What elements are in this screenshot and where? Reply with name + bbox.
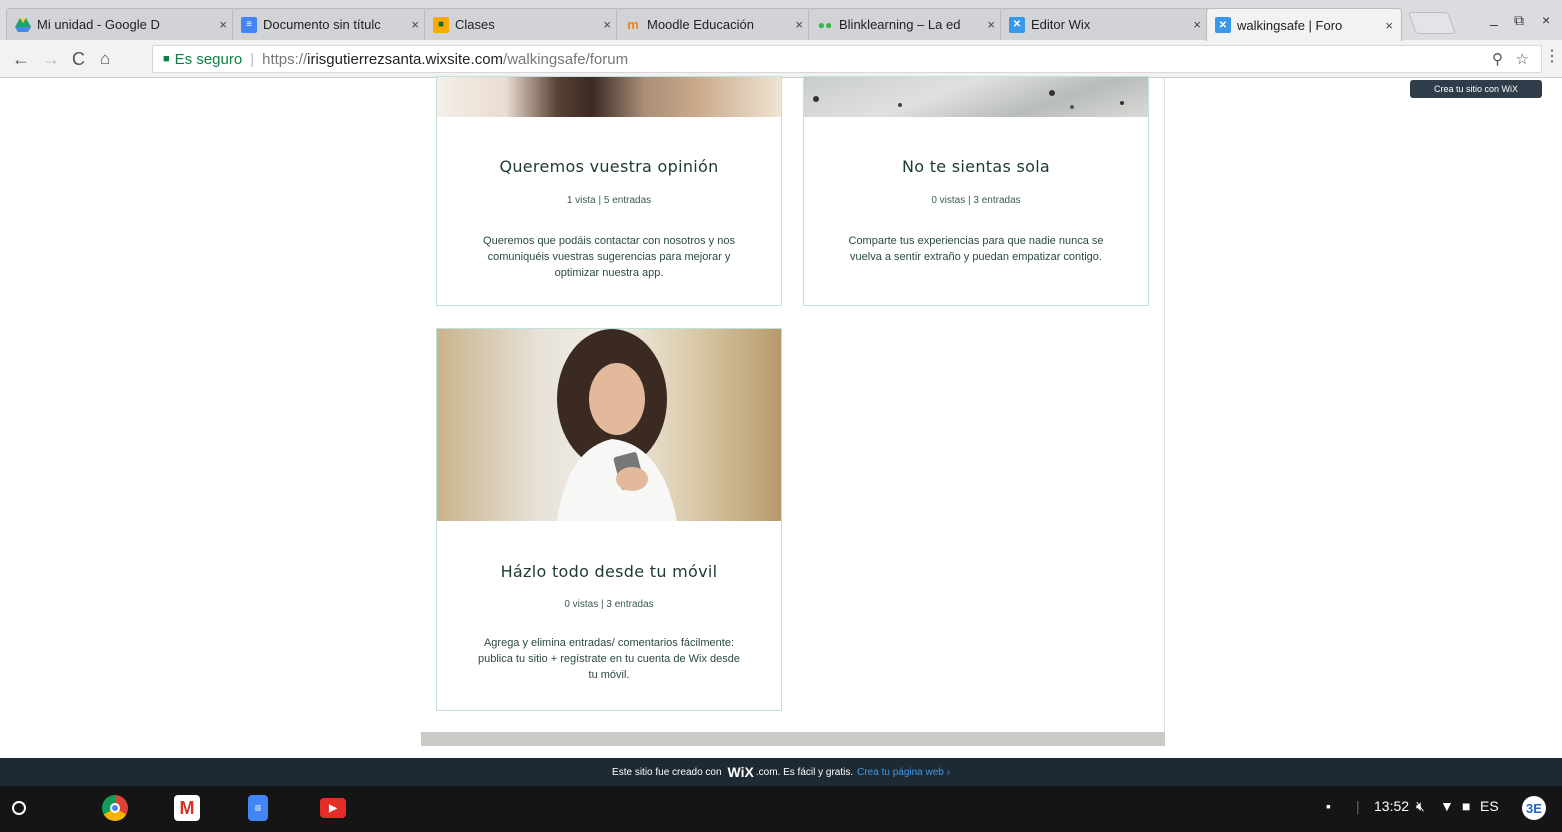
close-icon[interactable]: × xyxy=(1385,18,1393,33)
user-avatar[interactable]: 3E xyxy=(1522,796,1546,820)
card-title[interactable]: No te sientas sola xyxy=(804,157,1148,176)
card-meta: 0 vistas | 3 entradas xyxy=(931,195,1021,206)
tab-documento[interactable]: ≡ Documento sin títulc × xyxy=(232,8,428,40)
wix-badge[interactable]: Crea tu sitio con WiX xyxy=(1410,80,1542,98)
url-scheme: https:// xyxy=(262,50,308,68)
back-icon[interactable]: ← xyxy=(12,49,30,70)
card-meta: 0 vistas | 3 entradas xyxy=(564,599,654,610)
blink-icon: ●● xyxy=(817,17,833,32)
tab-title: Mi unidad - Google D xyxy=(37,17,160,32)
docs-icon[interactable]: ≡ xyxy=(248,795,268,821)
forum-card-sola[interactable]: No te sientas sola 0 vistas | 3 entradas… xyxy=(803,76,1149,306)
close-window-button[interactable]: × xyxy=(1542,12,1550,28)
zoom-icon[interactable]: ⚲ xyxy=(1492,50,1503,68)
close-icon[interactable]: × xyxy=(987,17,995,32)
create-site-link[interactable]: Crea tu página web › xyxy=(857,767,950,778)
chrome-icon[interactable] xyxy=(102,795,128,821)
forum-card-opinion[interactable]: Queremos vuestra opinión 1 vista | 5 ent… xyxy=(436,76,782,306)
card-description: Queremos que podáis contactar con nosotr… xyxy=(483,235,735,279)
divider: | xyxy=(250,50,255,68)
tab-blinklearning[interactable]: ●● Blinklearning – La ed × xyxy=(808,8,1004,40)
bookmark-star-icon[interactable]: ☆ xyxy=(1516,50,1529,68)
tab-title: Documento sin títulc xyxy=(263,17,381,32)
close-icon[interactable]: × xyxy=(603,17,611,32)
card-image xyxy=(437,329,781,521)
mute-icon[interactable]: 🔇︎ xyxy=(1416,798,1425,815)
web-page: Queremos vuestra opinión 1 vista | 5 ent… xyxy=(0,76,1562,758)
url-path: /walkingsafe/forum xyxy=(503,50,629,68)
card-title[interactable]: Queremos vuestra opinión xyxy=(437,157,781,176)
secure-label: Es seguro xyxy=(174,50,243,68)
screenshot-icon[interactable]: ▪ xyxy=(1326,798,1331,814)
tab-title: walkingsafe | Foro xyxy=(1237,17,1343,33)
tab-title: Moodle Educación xyxy=(647,17,754,32)
forum-card-movil[interactable]: Házlo todo desde tu móvil 0 vistas | 3 e… xyxy=(436,328,782,711)
card-description: Agrega y elimina entradas/ comentarios f… xyxy=(477,637,740,681)
drive-icon xyxy=(15,17,31,33)
wix-banner: Este sitio fue creado con WiX .com. Es f… xyxy=(0,758,1562,786)
maximize-button[interactable]: ⧉ xyxy=(1514,12,1524,29)
new-tab-button[interactable] xyxy=(1407,12,1457,34)
tab-strip: Mi unidad - Google D × ≡ Documento sin t… xyxy=(0,0,1562,41)
minimize-button[interactable]: _ xyxy=(1490,10,1498,26)
page-footer-strip xyxy=(421,732,1165,746)
tab-title: Blinklearning – La ed xyxy=(839,17,961,32)
forum-column: Queremos vuestra opinión 1 vista | 5 ent… xyxy=(421,76,1165,746)
gmail-icon[interactable]: M xyxy=(174,795,200,821)
classroom-icon: ■ xyxy=(433,16,449,33)
tab-walkingsafe[interactable]: ✕ walkingsafe | Foro × xyxy=(1206,8,1402,41)
chromeos-shelf: M ≡ ▶ ▪ | 13:52 🔇︎ ▼ ■ ES 3E xyxy=(0,786,1562,832)
close-icon[interactable]: × xyxy=(411,17,419,32)
card-title[interactable]: Házlo todo desde tu móvil xyxy=(437,562,781,581)
lock-icon: ■ xyxy=(163,53,170,65)
docs-icon: ≡ xyxy=(241,16,257,33)
close-icon[interactable]: × xyxy=(1193,17,1201,32)
card-image xyxy=(437,77,781,117)
wix-logo: WiX xyxy=(727,764,754,780)
address-bar[interactable]: ■ Es seguro | https:// irisgutierrezsant… xyxy=(152,45,1542,73)
home-icon[interactable]: ⌂ xyxy=(100,49,110,69)
forward-icon[interactable]: → xyxy=(42,49,60,70)
close-icon[interactable]: × xyxy=(795,17,803,32)
people-silhouettes xyxy=(813,90,1124,109)
tab-clases[interactable]: ■ Clases × xyxy=(424,8,620,40)
tab-moodle[interactable]: m Moodle Educación × xyxy=(616,8,812,40)
launcher-icon[interactable] xyxy=(12,801,26,815)
card-meta: 1 vista | 5 entradas xyxy=(566,195,652,206)
menu-icon[interactable]: ⋮ xyxy=(1544,46,1560,66)
tray-divider: | xyxy=(1356,798,1360,814)
wix-icon: ✕ xyxy=(1009,16,1025,33)
wix-icon: ✕ xyxy=(1215,17,1231,33)
woman-with-phone-photo xyxy=(557,329,677,521)
tab-editor-wix[interactable]: ✕ Editor Wix × xyxy=(1000,8,1210,40)
card-image xyxy=(804,77,1148,117)
clock[interactable]: 13:52 xyxy=(1374,798,1409,814)
banner-text-after: .com. Es fácil y gratis. xyxy=(755,766,854,778)
close-icon[interactable]: × xyxy=(219,17,227,32)
tab-title: Clases xyxy=(455,17,495,32)
url-host: irisgutierrezsanta.wixsite.com xyxy=(307,50,504,68)
wifi-icon[interactable]: ▼ xyxy=(1440,798,1454,814)
browser-toolbar: ← → C ⌂ ■ Es seguro | https:// irisgutie… xyxy=(0,40,1562,78)
battery-icon[interactable]: ■ xyxy=(1462,798,1470,814)
card-description: Comparte tus experiencias para que nadie… xyxy=(848,235,1104,263)
youtube-icon[interactable]: ▶ xyxy=(320,798,346,818)
moodle-icon: m xyxy=(627,17,639,32)
language-indicator[interactable]: ES xyxy=(1480,798,1499,814)
tab-google-drive[interactable]: Mi unidad - Google D × xyxy=(6,8,236,40)
banner-text: Este sitio fue creado con xyxy=(612,766,722,778)
tab-title: Editor Wix xyxy=(1031,17,1091,32)
reload-icon[interactable]: C xyxy=(72,49,85,70)
